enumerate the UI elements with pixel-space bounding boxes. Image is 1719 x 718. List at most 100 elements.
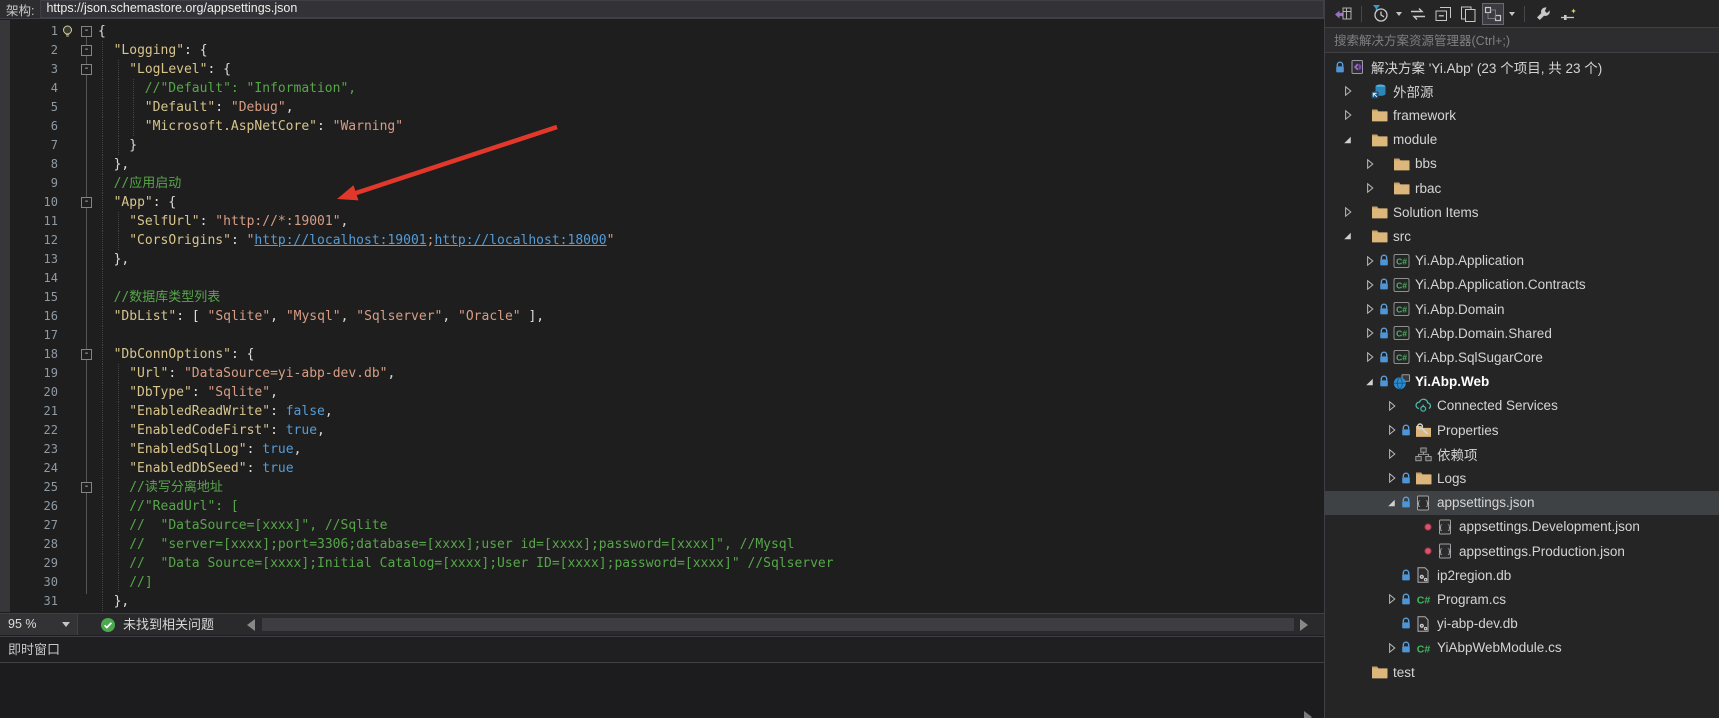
tree-row[interactable]: C#Yi.Abp.Application bbox=[1325, 249, 1719, 273]
expander-collapsed-icon[interactable] bbox=[1362, 349, 1377, 365]
expander-collapsed-icon[interactable] bbox=[1362, 253, 1377, 269]
code-line[interactable]: 4//"Default": "Information", bbox=[0, 79, 1324, 98]
code-editor[interactable]: 1-{2-"Logging": {3-"LogLevel": {4//"Defa… bbox=[0, 20, 1324, 612]
sync-icon[interactable] bbox=[1407, 3, 1429, 25]
code-line[interactable]: 12"CorsOrigins": "http://localhost:19001… bbox=[0, 231, 1324, 250]
code-line[interactable]: 7} bbox=[0, 136, 1324, 155]
tree-row[interactable]: { }appsettings.Production.json bbox=[1325, 539, 1719, 563]
tree-row[interactable]: 解决方案 'Yi.Abp' (23 个项目, 共 23 个) bbox=[1325, 55, 1719, 79]
tree-row[interactable]: Yi.Abp.Web bbox=[1325, 370, 1719, 394]
tree-row[interactable]: Connected Services bbox=[1325, 394, 1719, 418]
expander-collapsed-icon[interactable] bbox=[1362, 301, 1377, 317]
code-line[interactable]: 26//"ReadUrl": [ bbox=[0, 497, 1324, 516]
lightbulb-icon[interactable] bbox=[60, 24, 75, 39]
expander-collapsed-icon[interactable] bbox=[1384, 446, 1399, 462]
expander-collapsed-icon[interactable] bbox=[1384, 640, 1399, 656]
code-line[interactable]: 21"EnabledReadWrite": false, bbox=[0, 402, 1324, 421]
expander-collapsed-icon[interactable] bbox=[1340, 204, 1355, 220]
expander-collapsed-icon[interactable] bbox=[1340, 83, 1355, 99]
scroll-right-icon[interactable] bbox=[1304, 711, 1312, 718]
code-line[interactable]: 27// "DataSource=[xxxx]", //Sqlite bbox=[0, 516, 1324, 535]
collapse-all-icon[interactable] bbox=[1432, 3, 1454, 25]
fold-collapse-icon[interactable]: - bbox=[81, 64, 92, 75]
tree-row[interactable]: { }appsettings.Development.json bbox=[1325, 515, 1719, 539]
expander-expanded-icon[interactable] bbox=[1340, 228, 1355, 244]
tree-row[interactable]: test bbox=[1325, 660, 1719, 684]
pending-changes-filter-icon[interactable] bbox=[1369, 3, 1391, 25]
fold-collapse-icon[interactable]: - bbox=[81, 197, 92, 208]
expander-collapsed-icon[interactable] bbox=[1362, 325, 1377, 341]
expander-collapsed-icon[interactable] bbox=[1340, 107, 1355, 123]
expander-collapsed-icon[interactable] bbox=[1384, 591, 1399, 607]
code-line[interactable]: 17 bbox=[0, 326, 1324, 345]
code-line[interactable]: 20"DbType": "Sqlite", bbox=[0, 383, 1324, 402]
document-health-indicator[interactable]: 未找到相关问题 bbox=[100, 616, 214, 633]
code-line[interactable]: 9//应用启动 bbox=[0, 174, 1324, 193]
expander-collapsed-icon[interactable] bbox=[1384, 422, 1399, 438]
tree-row[interactable]: C#Yi.Abp.Application.Contracts bbox=[1325, 273, 1719, 297]
code-line[interactable]: 23"EnabledSqlLog": true, bbox=[0, 440, 1324, 459]
fold-collapse-icon[interactable]: - bbox=[81, 26, 92, 37]
tree-row[interactable]: Solution Items bbox=[1325, 200, 1719, 224]
expander-expanded-icon[interactable] bbox=[1340, 132, 1355, 148]
switch-views-icon[interactable] bbox=[1332, 3, 1354, 25]
expander-collapsed-icon[interactable] bbox=[1362, 277, 1377, 293]
tree-row[interactable]: 外部源 bbox=[1325, 79, 1719, 103]
code-line[interactable]: 15//数据库类型列表 bbox=[0, 288, 1324, 307]
code-line[interactable]: 28// "server=[xxxx];port=3306;database=[… bbox=[0, 535, 1324, 554]
solution-explorer-search-input[interactable]: 搜索解决方案资源管理器(Ctrl+;) bbox=[1325, 27, 1719, 53]
tree-row[interactable]: C#Yi.Abp.SqlSugarCore bbox=[1325, 345, 1719, 369]
code-line[interactable]: 19"Url": "DataSource=yi-abp-dev.db", bbox=[0, 364, 1324, 383]
code-line[interactable]: 2-"Logging": { bbox=[0, 41, 1324, 60]
properties-icon[interactable] bbox=[1532, 3, 1554, 25]
dropdown-caret-icon[interactable] bbox=[1507, 3, 1517, 25]
horizontal-scrollbar[interactable] bbox=[262, 618, 1294, 631]
code-link[interactable]: http://localhost:18000 bbox=[434, 233, 606, 248]
immediate-window-body[interactable] bbox=[0, 663, 1324, 717]
fold-collapse-icon[interactable]: - bbox=[81, 349, 92, 360]
code-line[interactable]: 18-"DbConnOptions": { bbox=[0, 345, 1324, 364]
tree-row[interactable]: C#Yi.Abp.Domain bbox=[1325, 297, 1719, 321]
code-line[interactable]: 1-{ bbox=[0, 22, 1324, 41]
tree-row[interactable]: Logs bbox=[1325, 466, 1719, 490]
code-line[interactable]: 14 bbox=[0, 269, 1324, 288]
tree-row[interactable]: 依赖项 bbox=[1325, 442, 1719, 466]
tree-row[interactable]: ip2region.db bbox=[1325, 563, 1719, 587]
code-line[interactable]: 24"EnabledDbSeed": true bbox=[0, 459, 1324, 478]
fold-collapse-icon[interactable]: - bbox=[81, 482, 92, 493]
preview-selected-items-icon[interactable] bbox=[1457, 3, 1479, 25]
expander-collapsed-icon[interactable] bbox=[1362, 180, 1377, 196]
expander-collapsed-icon[interactable] bbox=[1384, 470, 1399, 486]
scroll-right-icon[interactable] bbox=[1300, 619, 1308, 631]
code-line[interactable]: 8}, bbox=[0, 155, 1324, 174]
code-line[interactable]: 22"EnabledCodeFirst": true, bbox=[0, 421, 1324, 440]
tree-row[interactable]: bbs bbox=[1325, 152, 1719, 176]
fold-collapse-icon[interactable]: - bbox=[81, 45, 92, 56]
code-line[interactable]: 5"Default": "Debug", bbox=[0, 98, 1324, 117]
code-link[interactable]: http://localhost:19001 bbox=[254, 233, 426, 248]
expander-expanded-icon[interactable] bbox=[1362, 374, 1377, 390]
tree-row[interactable]: Properties bbox=[1325, 418, 1719, 442]
tree-row[interactable]: framework bbox=[1325, 103, 1719, 127]
tree-row[interactable]: { }appsettings.json bbox=[1325, 491, 1719, 515]
new-editor-window-icon[interactable] bbox=[1557, 3, 1579, 25]
expander-collapsed-icon[interactable] bbox=[1362, 156, 1377, 172]
json-schema-combo[interactable]: https://json.schemastore.org/appsettings… bbox=[40, 0, 1324, 18]
zoom-level-combo[interactable]: 95 % bbox=[0, 614, 78, 635]
code-line[interactable]: 13}, bbox=[0, 250, 1324, 269]
tree-row[interactable]: yi-abp-dev.db bbox=[1325, 612, 1719, 636]
code-line[interactable]: 16"DbList": [ "Sqlite", "Mysql", "Sqlser… bbox=[0, 307, 1324, 326]
tree-row[interactable]: src bbox=[1325, 224, 1719, 248]
scroll-left-icon[interactable] bbox=[247, 619, 255, 631]
code-line[interactable]: 29// "Data Source=[xxxx];Initial Catalog… bbox=[0, 554, 1324, 573]
code-line[interactable]: 31}, bbox=[0, 592, 1324, 611]
expander-expanded-icon[interactable] bbox=[1384, 495, 1399, 511]
dropdown-caret-icon[interactable] bbox=[1394, 3, 1404, 25]
tree-row[interactable]: C#Yi.Abp.Domain.Shared bbox=[1325, 321, 1719, 345]
tree-row[interactable]: C#Program.cs bbox=[1325, 587, 1719, 611]
tree-row[interactable]: module bbox=[1325, 128, 1719, 152]
code-line[interactable]: 25-//读写分离地址 bbox=[0, 478, 1324, 497]
code-line[interactable]: 30//] bbox=[0, 573, 1324, 592]
code-line[interactable]: 11"SelfUrl": "http://*:19001", bbox=[0, 212, 1324, 231]
tree-row[interactable]: rbac bbox=[1325, 176, 1719, 200]
